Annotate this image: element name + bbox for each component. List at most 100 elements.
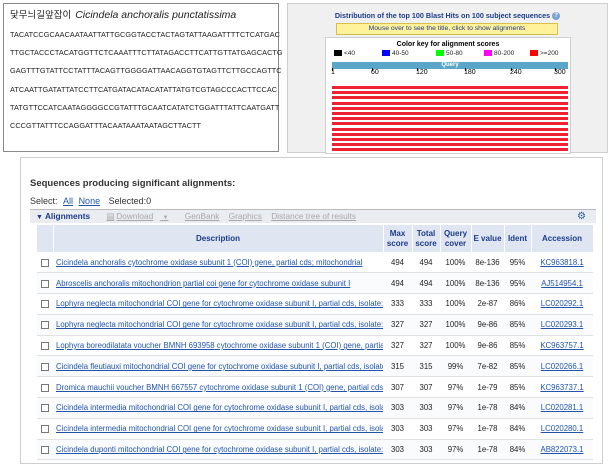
- distribution-graphic[interactable]: Color key for alignment scores <40 40-50…: [325, 37, 571, 154]
- hit-bar[interactable]: [332, 122, 568, 126]
- table-row: Cicindela duponti mitochondrial COI gene…: [37, 439, 593, 461]
- question-icon[interactable]: ?: [552, 12, 561, 21]
- e-value-cell: 1e-78: [471, 418, 504, 440]
- genbank-link[interactable]: GenBank: [185, 211, 220, 221]
- hit-bar[interactable]: [332, 86, 568, 89]
- ident-cell: 95%: [504, 272, 531, 295]
- hit-bars[interactable]: [332, 86, 568, 154]
- chevron-down-icon: ▼: [36, 214, 43, 221]
- total-score-cell: 307: [412, 376, 440, 399]
- download-label: Download: [116, 211, 154, 221]
- hit-bar[interactable]: [332, 91, 568, 95]
- row-select-cell: [37, 439, 53, 461]
- accession-cell: LC020281.1: [531, 397, 593, 419]
- alignments-heading: Sequences producing significant alignmen…: [30, 178, 236, 189]
- hit-bar[interactable]: [332, 117, 568, 121]
- select-none-link[interactable]: None: [79, 196, 101, 206]
- hit-bar[interactable]: [332, 101, 568, 105]
- gear-icon[interactable]: ⚙: [577, 210, 586, 223]
- row-checkbox[interactable]: [41, 383, 49, 392]
- accession-link[interactable]: KC963737.1: [540, 383, 583, 392]
- description-link[interactable]: Dromica mauchii voucher BMNH 667557 cyto…: [56, 383, 383, 392]
- hit-bar[interactable]: [332, 112, 568, 115]
- accession-link[interactable]: LC020266.1: [541, 362, 584, 371]
- hit-bar[interactable]: [332, 96, 568, 100]
- hit-bar[interactable]: [332, 138, 568, 141]
- row-checkbox[interactable]: [41, 279, 49, 288]
- sequence-line: CCCGTTATTTCCAGGATTTACAATAAATAATAGCTTACTT: [10, 121, 202, 131]
- row-select-cell: [37, 355, 53, 378]
- hit-bar[interactable]: [332, 106, 568, 110]
- ident-cell: 85%: [504, 314, 531, 336]
- row-checkbox[interactable]: [41, 425, 49, 434]
- accession-link[interactable]: AB822073.1: [541, 445, 584, 454]
- max-score-cell: 303: [383, 397, 412, 419]
- select-controls: Select: All None Selected:0: [30, 196, 151, 206]
- accession-link[interactable]: KC963818.1: [540, 258, 583, 267]
- table-row: Lophyra neglecta mitochondrial COI gene …: [37, 293, 593, 315]
- hit-bar[interactable]: [332, 148, 568, 152]
- row-checkbox[interactable]: [41, 362, 49, 371]
- download-button[interactable]: ▤ Download ▼: [106, 211, 175, 221]
- e-value-cell: 1e-78: [471, 439, 504, 461]
- table-row: Lophyra neglecta mitochondrial COI gene …: [37, 314, 593, 336]
- description-link[interactable]: Cicindela intermedia mitochondrial COI g…: [56, 424, 383, 433]
- alignments-panel: Sequences producing significant alignmen…: [20, 157, 603, 464]
- description-link[interactable]: Lophyra boreodilatata voucher BMNH 69395…: [56, 341, 383, 350]
- header-ident[interactable]: Ident: [504, 225, 532, 252]
- description-link[interactable]: Cicindela duponti mitochondrial COI gene…: [56, 445, 383, 454]
- sequence-panel: 닻무늬길앞잡이 Cicindela anchoralis punctatissim…: [3, 3, 283, 152]
- description-link[interactable]: Lophyra neglecta mitochondrial COI gene …: [56, 299, 383, 308]
- row-checkbox[interactable]: [41, 404, 49, 413]
- accession-link[interactable]: AJ514954.1: [541, 279, 583, 288]
- graphics-link[interactable]: Graphics: [229, 211, 262, 221]
- e-value-cell: 1e-78: [471, 459, 504, 464]
- max-score-cell: 307: [383, 376, 412, 399]
- select-label: Select:: [30, 196, 58, 206]
- description-cell: Cicindela anchoralis cytochrome oxidase …: [53, 252, 383, 274]
- row-select-cell: [37, 252, 53, 274]
- hit-bar[interactable]: [332, 143, 568, 147]
- description-cell: Cicindela intermedia mitochondrial COI g…: [53, 397, 383, 419]
- row-checkbox[interactable]: [41, 258, 49, 267]
- accession-cell: LC020266.1: [531, 355, 593, 378]
- header-e-value[interactable]: E value: [471, 225, 505, 252]
- e-value-cell: 1e-79: [471, 376, 504, 399]
- query-cover-cell: 97%: [440, 418, 471, 440]
- row-checkbox[interactable]: [41, 342, 49, 351]
- description-link[interactable]: Abroscelis anchoralis mitochondrion part…: [56, 279, 383, 288]
- query-cover-cell: 100%: [440, 314, 471, 336]
- alignments-toggle-label: Alignments: [44, 211, 91, 221]
- hit-bar[interactable]: [332, 132, 568, 136]
- legend-label: <40: [344, 50, 356, 57]
- ident-cell: 84%: [504, 397, 531, 419]
- distance-tree-link[interactable]: Distance tree of results: [271, 211, 356, 221]
- accession-link[interactable]: LC020280.1: [541, 424, 584, 433]
- accession-link[interactable]: KC963757.1: [540, 341, 583, 350]
- alignments-table-body: Cicindela anchoralis cytochrome oxidase …: [37, 252, 593, 464]
- description-link[interactable]: Cicindela fleutiauxi mitochondrial COI g…: [56, 362, 383, 371]
- accession-link[interactable]: LC020293.1: [541, 320, 584, 329]
- description-link[interactable]: Cicindela intermedia mitochondrial COI g…: [56, 403, 383, 412]
- header-accession[interactable]: Accession: [531, 225, 594, 252]
- description-link[interactable]: Lophyra neglecta mitochondrial COI gene …: [56, 320, 383, 329]
- row-checkbox[interactable]: [41, 300, 49, 309]
- hit-bar[interactable]: [332, 127, 568, 131]
- accession-link[interactable]: LC020281.1: [541, 403, 584, 412]
- row-checkbox[interactable]: [41, 321, 49, 330]
- select-all-link[interactable]: All: [63, 196, 73, 206]
- row-checkbox[interactable]: [41, 446, 49, 454]
- query-cover-cell: 100%: [440, 293, 471, 315]
- description-cell: Lophyra neglecta mitochondrial COI gene …: [53, 314, 383, 336]
- axis-tick-label: 1: [331, 68, 335, 76]
- header-max-score[interactable]: Max score: [383, 225, 413, 252]
- query-cover-cell: 100%: [440, 335, 471, 357]
- header-total-score[interactable]: Total score: [412, 225, 441, 252]
- description-cell: Dromica mauchii voucher BMNH 667557 cyto…: [53, 376, 383, 399]
- header-description[interactable]: Description: [53, 225, 384, 252]
- max-score-cell: 303: [383, 459, 412, 464]
- accession-link[interactable]: LC020292.1: [541, 299, 584, 308]
- description-link[interactable]: Cicindela anchoralis cytochrome oxidase …: [56, 258, 383, 267]
- header-query-cover[interactable]: Query cover: [440, 225, 472, 252]
- alignments-toggle[interactable]: ▼ Alignments: [36, 211, 97, 221]
